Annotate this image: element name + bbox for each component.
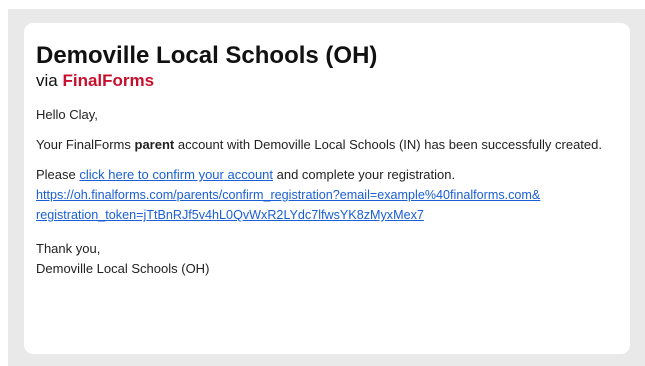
account-created-paragraph: Your FinalForms parent account with Demo…: [36, 135, 618, 155]
email-background: Demoville Local Schools (OH) via FinalFo…: [8, 9, 645, 366]
confirm-account-link[interactable]: click here to confirm your account: [79, 167, 273, 182]
para2-after: and complete your registration.: [273, 167, 456, 182]
signature: Demoville Local Schools (OH): [36, 261, 210, 276]
confirm-url-link-line2[interactable]: registration_token=jTtBnRJf5v4hL0QvWxR2L…: [36, 205, 618, 225]
email-card: Demoville Local Schools (OH) via FinalFo…: [24, 23, 630, 354]
via-line: via FinalForms: [36, 70, 618, 92]
confirm-paragraph: Please click here to confirm your accoun…: [36, 165, 618, 225]
signoff: Thank you,: [36, 241, 101, 256]
para1-after: account with Demoville Local Schools (IN…: [174, 137, 602, 152]
via-prefix: via: [36, 71, 63, 90]
greeting: Hello Clay,: [36, 107, 98, 122]
email-title: Demoville Local Schools (OH): [36, 42, 378, 69]
confirm-url-link-line1[interactable]: https://oh.finalforms.com/parents/confir…: [36, 185, 618, 205]
para2-before: Please: [36, 167, 80, 182]
para1-before: Your FinalForms: [36, 137, 135, 152]
brand-name: FinalForms: [62, 71, 155, 90]
signoff-block: Thank you, Demoville Local Schools (OH): [36, 239, 618, 279]
para1-bold: parent: [134, 137, 175, 152]
